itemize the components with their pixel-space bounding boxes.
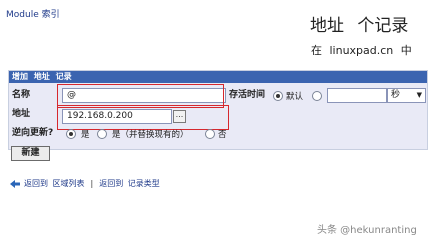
ttl-default-radio[interactable]: [273, 91, 283, 101]
ttl-input[interactable]: [327, 88, 387, 103]
back-arrow-icon: [10, 179, 20, 188]
bottom-nav: 返回到 区域列表 | 返回到 记录类型: [10, 178, 160, 189]
nav-separator: |: [90, 179, 94, 188]
page-subtitle: 在 linuxpad.cn 中: [311, 44, 412, 57]
ttl-default-label: 默认: [286, 92, 304, 102]
name-label: 名称: [12, 90, 31, 100]
create-button[interactable]: 新建: [11, 146, 50, 161]
ttl-label: 存活时间: [229, 90, 266, 100]
reverse-update-label: 逆向更新?: [12, 128, 54, 138]
reverse-no-radio[interactable]: [205, 129, 215, 139]
back-to-zone-list-link[interactable]: 返回到 区域列表: [24, 179, 85, 188]
address-label: 地址: [12, 109, 31, 119]
page-title: 地址 个记录: [310, 16, 409, 36]
ttl-custom-radio[interactable]: [312, 91, 322, 101]
form-header-record: 记录: [55, 72, 72, 81]
ttl-unit-value: 秒: [391, 90, 401, 100]
address-highlight-box: [57, 105, 229, 130]
ttl-unit-select[interactable]: 秒 ▼: [387, 88, 426, 103]
module-nav: Module 索引: [6, 7, 60, 20]
reverse-yes-label: 是: [81, 130, 90, 140]
reverse-no-label: 否: [218, 130, 227, 140]
back-to-record-types-link[interactable]: 返回到 记录类型: [99, 179, 160, 188]
reverse-replace-label: 是（并替换现有的）: [112, 130, 189, 140]
form-header-address: 地址: [33, 72, 50, 81]
module-label: Module: [6, 10, 39, 20]
form-header: 增加 地址 记录: [9, 71, 427, 83]
watermark: 头条 @hekunranting: [317, 225, 417, 236]
form-header-add: 增加: [12, 72, 28, 81]
chevron-down-icon: ▼: [416, 91, 422, 99]
reverse-yes-radio[interactable]: [66, 129, 76, 139]
index-link[interactable]: 索引: [42, 10, 60, 20]
reverse-replace-radio[interactable]: [97, 129, 107, 139]
